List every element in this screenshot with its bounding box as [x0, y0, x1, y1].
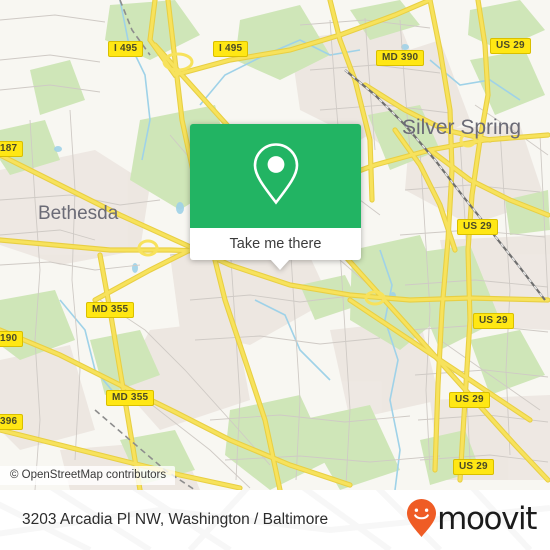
shield-i-495-west[interactable]: I 495 — [108, 41, 144, 57]
footer-bar: 3203 Arcadia Pl NW, Washington / Baltimo… — [0, 490, 550, 550]
address-label: 3203 Arcadia Pl NW, Washington / Baltimo… — [22, 511, 329, 528]
shield-us-29-low[interactable]: US 29 — [449, 392, 490, 408]
destination-popup[interactable]: Take me there — [190, 124, 361, 270]
map-screenshot: I 495 I 495 MD 390 US 29 187 US 29 MD 35… — [0, 0, 550, 550]
shield-us-29-mid2[interactable]: US 29 — [473, 313, 514, 329]
popup-marker-panel — [190, 124, 361, 228]
moovit-logo[interactable]: moovit — [406, 498, 537, 543]
take-me-there-label: Take me there — [229, 236, 322, 252]
shield-md-190[interactable]: 190 — [0, 331, 24, 347]
map-pin-icon — [250, 141, 302, 212]
place-label-silver-spring: Silver Spring — [402, 116, 522, 139]
shield-md-355-north[interactable]: MD 355 — [86, 302, 135, 318]
shield-md-390[interactable]: MD 390 — [376, 50, 425, 66]
shield-md-187[interactable]: 187 — [0, 141, 24, 157]
map-canvas[interactable]: I 495 I 495 MD 390 US 29 187 US 29 MD 35… — [0, 0, 550, 490]
take-me-there-button[interactable]: Take me there — [190, 228, 361, 260]
place-label-bethesda: Bethesda — [38, 203, 119, 224]
popup-tail — [270, 259, 290, 270]
moovit-wordmark: moovit — [437, 501, 537, 537]
osm-attribution[interactable]: © OpenStreetMap contributors — [0, 466, 176, 485]
shield-us-29-bottom[interactable]: US 29 — [453, 459, 494, 475]
moovit-smiley-pin-icon — [406, 498, 437, 543]
shield-us-29-top[interactable]: US 29 — [490, 38, 531, 54]
shield-md-355-south[interactable]: MD 355 — [106, 390, 155, 406]
shield-us-29-mid[interactable]: US 29 — [457, 219, 498, 235]
shield-md-396[interactable]: 396 — [0, 414, 24, 430]
shield-i-495-east[interactable]: I 495 — [213, 41, 249, 57]
